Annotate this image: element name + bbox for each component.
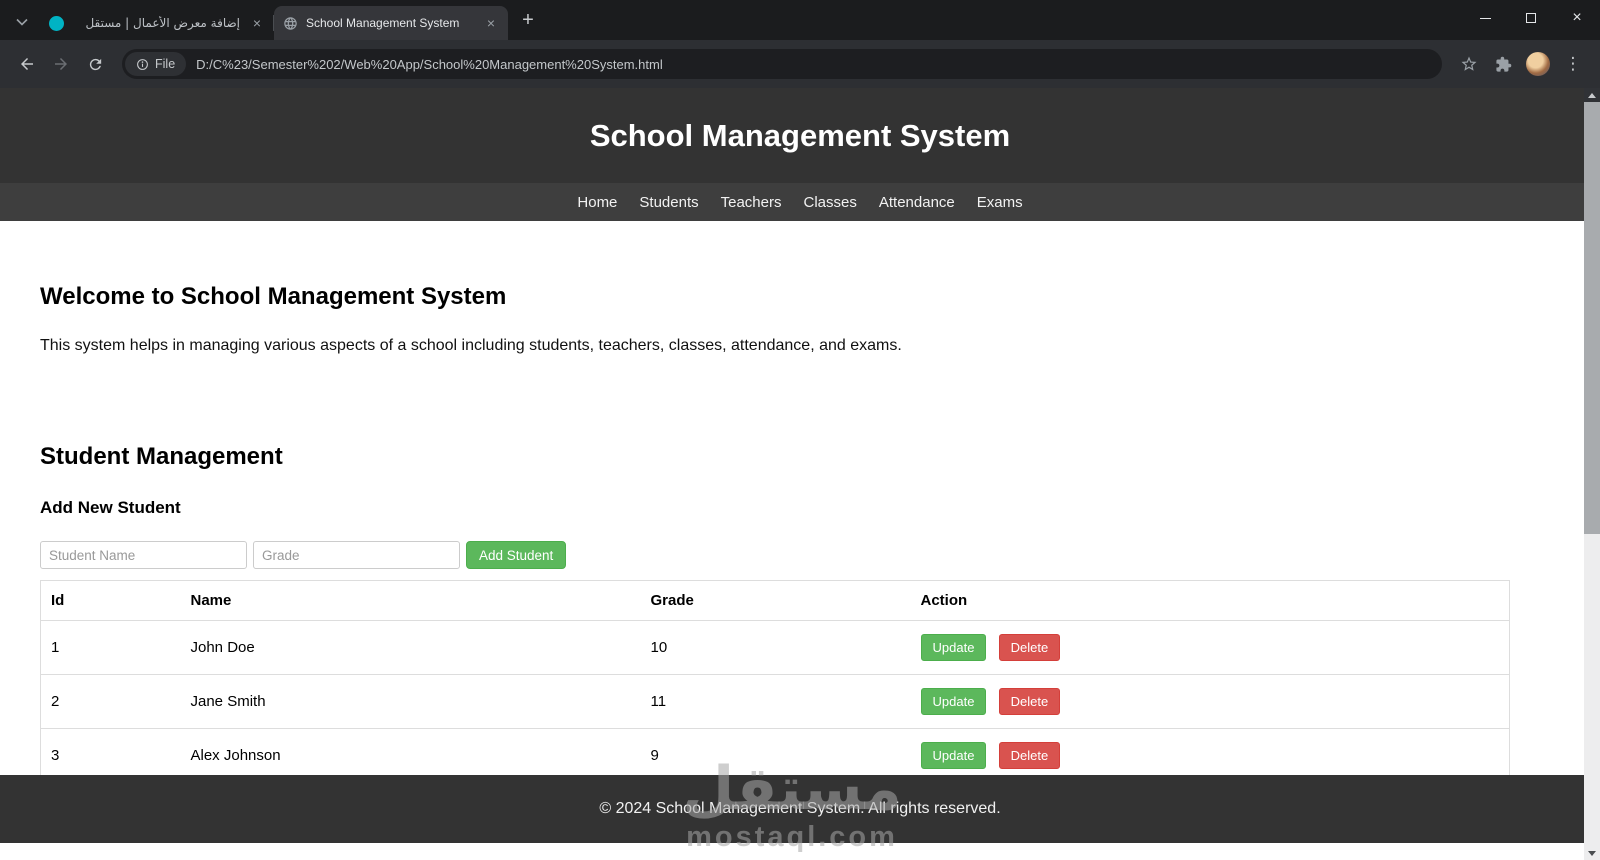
nav-link-classes[interactable]: Classes (793, 194, 868, 211)
extensions-button[interactable] (1486, 47, 1520, 81)
table-header-row: Id Name Grade Action (40, 580, 1510, 621)
page-title: School Management System (589, 117, 1011, 153)
nav-link-students[interactable]: Students (628, 194, 709, 211)
close-icon: × (1572, 9, 1582, 26)
kebab-menu-icon: ⋮ (1564, 54, 1582, 73)
welcome-heading: Welcome to School Management System (40, 283, 507, 310)
maximize-button[interactable] (1508, 0, 1554, 36)
delete-button[interactable]: Delete (998, 742, 1061, 769)
page-viewport: School Management System Home Students T… (0, 88, 1600, 860)
address-bar[interactable]: File D:/C%23/Semester%202/Web%20App/Scho… (122, 49, 1442, 79)
globe-favicon-icon (282, 15, 298, 31)
star-icon (1461, 56, 1477, 71)
browser-toolbar: File D:/C%23/Semester%202/Web%20App/Scho… (0, 40, 1600, 88)
footer-text: © 2024 School Management System. All rig… (599, 800, 1001, 817)
reload-icon (89, 58, 101, 70)
update-button[interactable]: Update (920, 742, 987, 769)
puzzle-icon (1495, 56, 1511, 72)
delete-button[interactable]: Delete (998, 634, 1061, 661)
site-footer: © 2024 School Management System. All rig… (0, 775, 1600, 843)
col-header-grade: Grade (640, 580, 911, 621)
add-student-form: Add Student (40, 541, 1560, 569)
nav-link-attendance[interactable]: Attendance (868, 194, 966, 211)
chevron-down-icon (16, 18, 28, 26)
forward-arrow-icon (55, 58, 67, 70)
file-badge-label: File (155, 57, 176, 71)
main-content: Welcome to School Management System This… (0, 283, 1600, 783)
site-header: School Management System (0, 88, 1600, 183)
nav-link-exams[interactable]: Exams (966, 194, 1034, 211)
url-text: D:/C%23/Semester%202/Web%20App/School%20… (196, 56, 663, 72)
col-header-action: Action (910, 580, 1510, 621)
mostaql-favicon-icon (48, 15, 64, 31)
file-scheme-chip[interactable]: File (125, 52, 187, 76)
student-name-input[interactable] (40, 541, 247, 569)
maximize-icon (1526, 13, 1536, 23)
cell-id: 2 (40, 674, 181, 729)
reload-button[interactable] (78, 47, 112, 81)
cell-grade: 11 (640, 674, 911, 729)
add-student-heading: Add New Student (40, 498, 181, 517)
update-button[interactable]: Update (920, 688, 987, 715)
site-nav: Home Students Teachers Classes Attendanc… (0, 183, 1600, 221)
bookmark-button[interactable] (1452, 47, 1486, 81)
close-tab-icon[interactable]: × (248, 14, 266, 32)
profile-avatar[interactable] (1526, 52, 1550, 76)
arrow-up-icon (1588, 92, 1596, 98)
cell-name: Jane Smith (180, 674, 641, 729)
close-window-button[interactable]: × (1554, 0, 1600, 36)
cell-action: Update Delete (910, 674, 1510, 729)
tab-title: School Management System (306, 16, 460, 30)
window-controls: × (1462, 0, 1600, 36)
grade-input[interactable] (253, 541, 460, 569)
table-row: 1 John Doe 10 Update Delete (40, 620, 1510, 675)
table-row: 2 Jane Smith 11 Update Delete (40, 674, 1510, 729)
cell-grade: 10 (640, 620, 911, 675)
scrollbar-down-button[interactable] (1584, 846, 1600, 860)
new-tab-button[interactable]: + (514, 6, 542, 34)
nav-link-home[interactable]: Home (566, 194, 628, 211)
info-icon (137, 58, 148, 70)
student-management-heading: Student Management (40, 443, 283, 470)
scrollbar-up-button[interactable] (1584, 88, 1600, 102)
minimize-button[interactable] (1462, 0, 1508, 36)
cell-action: Update Delete (910, 620, 1510, 675)
tab-school-management[interactable]: School Management System × (274, 6, 508, 40)
col-header-id: Id (40, 580, 181, 621)
nav-link-teachers[interactable]: Teachers (710, 194, 793, 211)
minimize-icon (1479, 17, 1491, 19)
tab-title: إضافة معرض الأعمال | مستقل (85, 16, 240, 30)
update-button[interactable]: Update (920, 634, 987, 661)
tab-strip: إضافة معرض الأعمال | مستقل × School Mana… (0, 0, 1600, 40)
tab-search-button[interactable] (8, 9, 36, 35)
back-button[interactable] (10, 47, 44, 81)
close-tab-icon[interactable]: × (482, 14, 500, 32)
scrollbar-thumb[interactable] (1584, 102, 1600, 534)
tab-mostaql[interactable]: إضافة معرض الأعمال | مستقل × (40, 6, 274, 40)
welcome-description: This system helps in managing various as… (40, 337, 902, 354)
cell-id: 1 (40, 620, 181, 675)
students-table: Id Name Grade Action 1 John Doe 10 Updat… (40, 580, 1510, 783)
browser-menu-button[interactable]: ⋮ (1556, 47, 1590, 81)
col-header-name: Name (180, 580, 641, 621)
delete-button[interactable]: Delete (998, 688, 1061, 715)
back-arrow-icon (21, 58, 33, 70)
browser-window: إضافة معرض الأعمال | مستقل × School Mana… (0, 0, 1600, 860)
vertical-scrollbar[interactable] (1584, 88, 1600, 860)
add-student-button[interactable]: Add Student (466, 541, 567, 569)
cell-name: John Doe (180, 620, 641, 675)
arrow-down-icon (1588, 850, 1596, 856)
forward-button[interactable] (44, 47, 78, 81)
